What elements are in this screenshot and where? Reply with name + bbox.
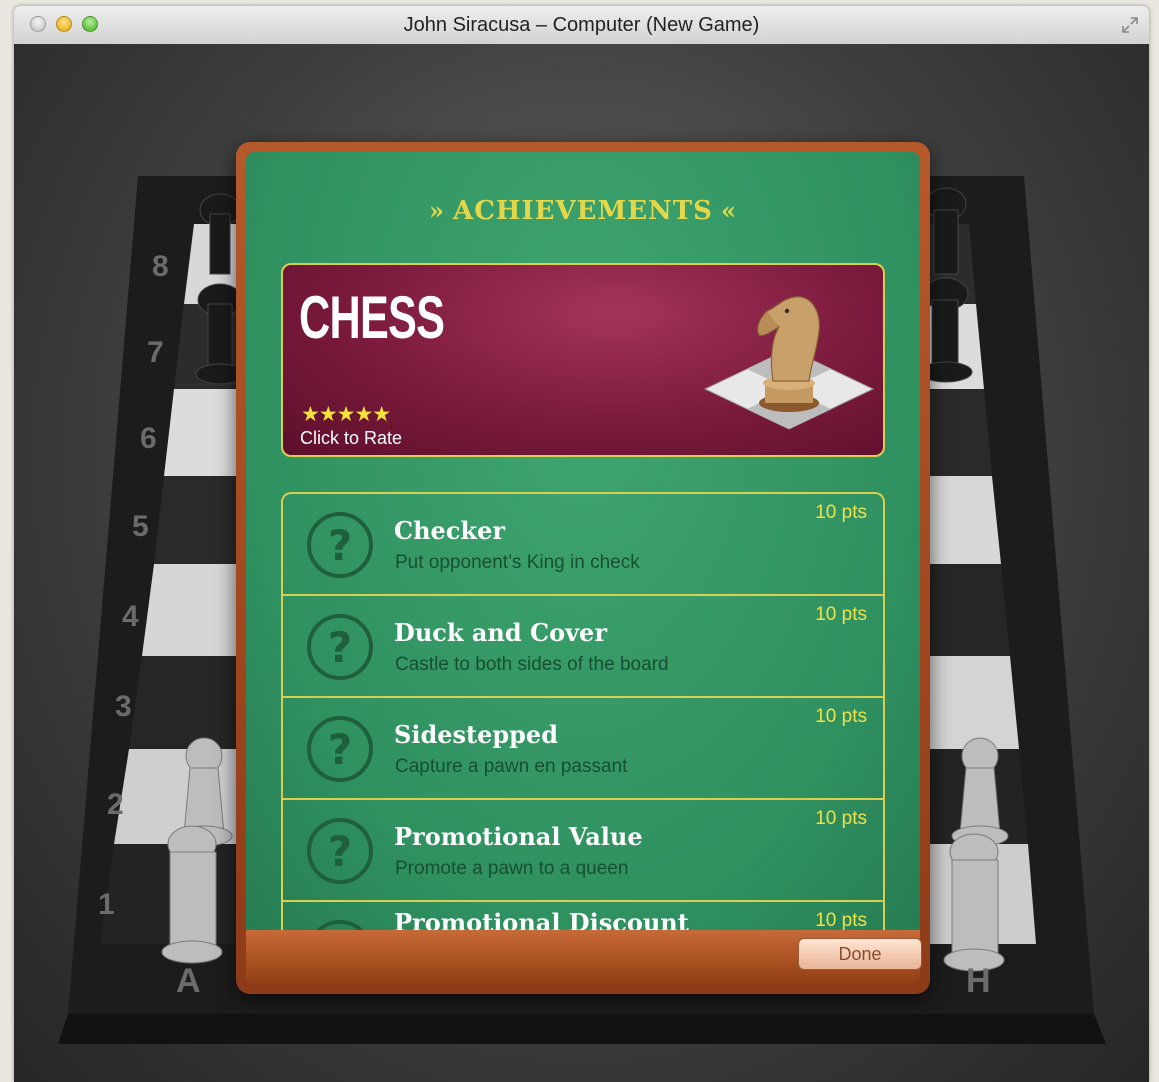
rank-label: 2 [107,788,124,821]
question-mark-icon: ? [316,920,364,930]
board-square [930,564,1010,656]
white-pawn [183,767,225,835]
achievement-description: Castle to both sides of the board [395,654,669,675]
achievement-row[interactable]: ? Promotional Value Promote a pawn to a … [283,800,883,902]
svg-text:?: ? [328,725,352,774]
board-square [930,656,1019,749]
app-window: John Siracusa – Computer (New Game) 8 7 … [14,6,1149,1082]
achievement-points: 10 pts [815,604,867,625]
achievements-header: » ACHIEVEMENTS « [246,196,920,226]
achievement-title: Checker [394,516,505,545]
chess-knight-icon [703,296,875,430]
achievement-points: 10 pts [815,502,867,523]
rank-label: 7 [147,336,164,369]
achievements-sheet: » ACHIEVEMENTS « CHESS ★★★★★ Click to Ra… [236,142,930,994]
rank-label: 5 [132,510,149,543]
achievement-description: Capture a pawn en passant [395,756,628,777]
title-bar: John Siracusa – Computer (New Game) [14,6,1149,45]
white-pawn [959,767,1001,835]
question-mark-icon: ? [307,716,373,782]
question-mark-icon: ? [307,818,373,884]
board-square [129,656,236,749]
achievement-title: Duck and Cover [394,618,607,647]
rank-label: 1 [98,888,115,921]
achievement-row[interactable]: ? Checker Put opponent’s King in check 1… [283,494,883,596]
rank-label: 4 [122,600,139,633]
board-square [930,476,1001,564]
achievement-row[interactable]: ? Duck and Cover Castle to both sides of… [283,596,883,698]
achievement-points: 10 pts [815,808,867,829]
achievement-title: Promotional Value [394,822,643,851]
rating-stars[interactable]: ★★★★★ [301,402,391,426]
board-square [930,389,992,476]
board-edge [58,1014,1106,1044]
black-piece [933,209,959,275]
rank-label: 3 [115,690,132,723]
achievement-points: 10 pts [815,706,867,727]
done-button[interactable]: Done [798,938,922,970]
achievement-title: Promotional Discount [394,908,689,930]
ornament-right-icon: « [720,196,737,225]
achievement-row[interactable]: ? Sidestepped Capture a pawn en passant … [283,698,883,800]
black-piece [209,213,231,275]
window-title: John Siracusa – Computer (New Game) [403,14,760,36]
sheet-footer: Done [246,930,922,984]
white-piece [951,859,999,961]
file-label: A [176,962,201,1000]
achievement-points: 10 pts [815,910,867,930]
rank-label: 8 [152,250,169,283]
white-piece [161,940,223,964]
achievement-description: Promote a pawn to a queen [395,858,629,879]
board-square [164,389,236,476]
question-mark-icon: ? [307,614,373,680]
file-label: H [966,962,991,1000]
achievement-title: Sidestepped [394,720,558,749]
board-square [154,476,236,564]
svg-text:?: ? [328,521,352,570]
achievement-row[interactable]: ? Promotional Discount 10 pts [283,902,883,930]
question-mark-icon: ? [307,512,373,578]
chess-scene: 8 7 6 5 4 3 2 1 A H » ACHIEVEMENTS « CHESS [14,44,1149,1082]
game-title: CHESS [299,284,445,351]
board-square [142,564,236,656]
white-piece [169,851,217,953]
game-card: CHESS ★★★★★ Click to Rate [281,263,885,457]
click-to-rate-label[interactable]: Click to Rate [300,428,402,449]
achievement-description: Put opponent’s King in check [395,552,640,573]
achievements-panel: » ACHIEVEMENTS « CHESS ★★★★★ Click to Ra… [246,152,920,930]
black-piece [931,299,959,371]
ornament-left-icon: » [429,196,446,225]
rank-label: 6 [140,422,157,455]
fullscreen-icon[interactable] [1121,16,1139,34]
svg-text:?: ? [328,827,352,876]
svg-text:?: ? [328,623,352,672]
achievements-title: ACHIEVEMENTS [453,196,713,226]
achievements-list[interactable]: ? Checker Put opponent’s King in check 1… [281,492,885,930]
